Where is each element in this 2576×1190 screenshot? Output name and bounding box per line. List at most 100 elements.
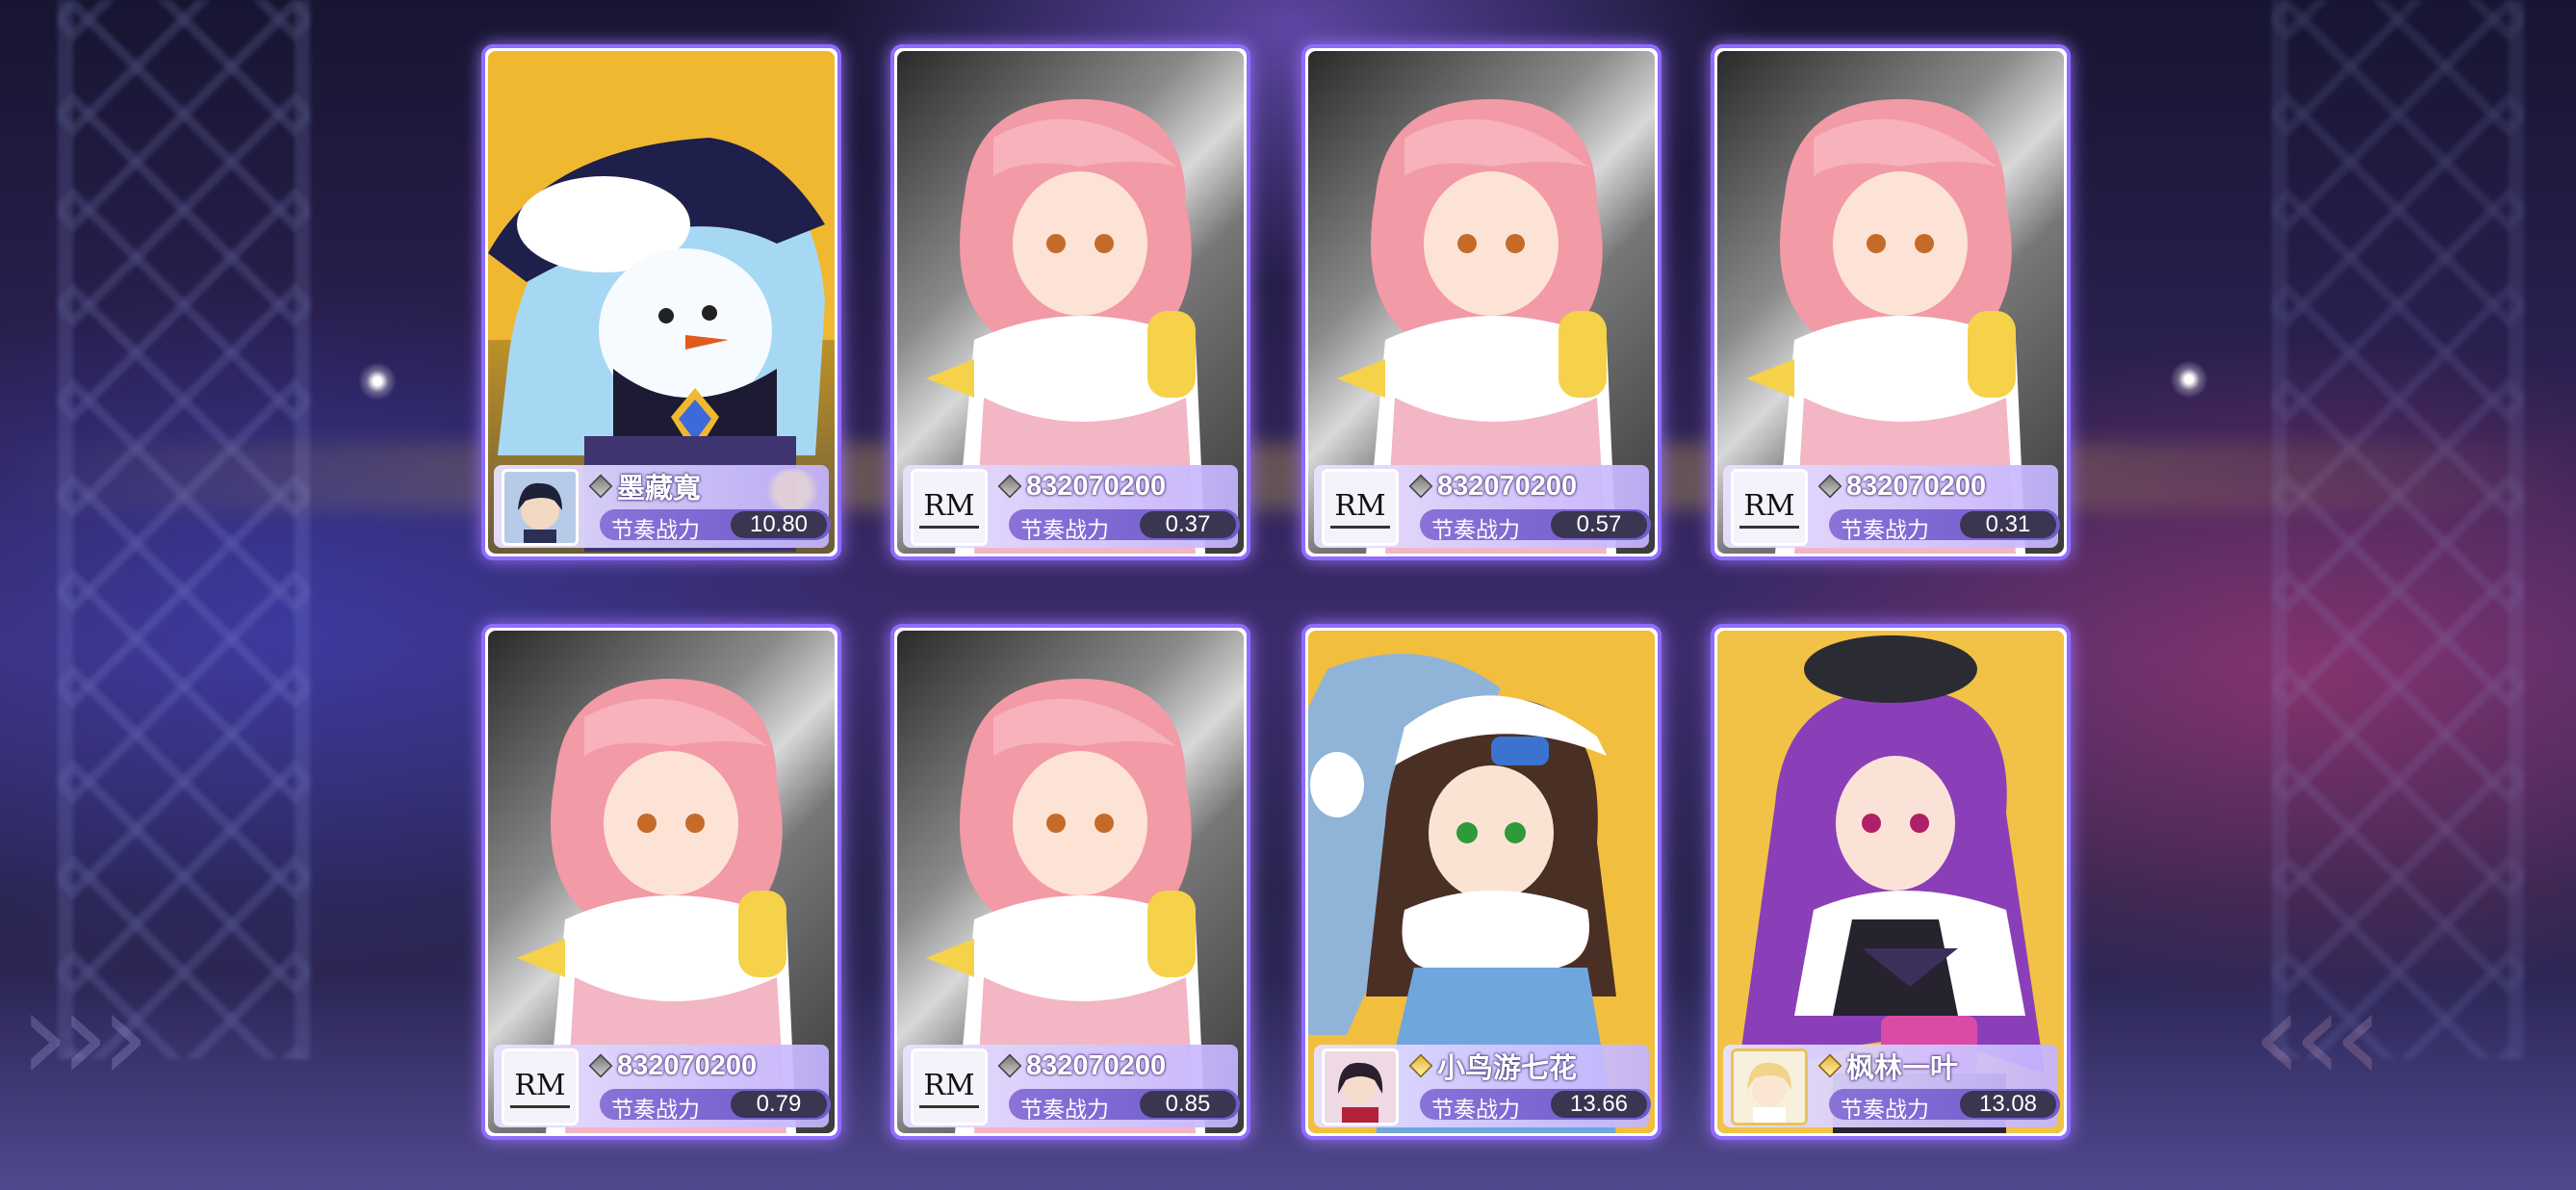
player-card[interactable]: RM 832070200 节奏战力 0.31 bbox=[1711, 44, 2071, 560]
stage-truss-left bbox=[58, 0, 310, 1059]
power-value: 0.37 bbox=[1140, 511, 1236, 538]
avatar[interactable]: RM bbox=[911, 469, 988, 546]
power-value: 0.85 bbox=[1140, 1091, 1236, 1118]
silver-gem-icon bbox=[1408, 474, 1433, 499]
card-inner: RM 832070200 节奏战力 0.31 bbox=[1717, 51, 2064, 554]
player-name-row: 枫林一叶 bbox=[1817, 1048, 2052, 1084]
power-label: 节奏战力 bbox=[1841, 517, 1929, 542]
rm-logo-icon: RM bbox=[923, 489, 975, 523]
rm-logo-icon: RM bbox=[923, 1069, 975, 1102]
silver-gem-icon bbox=[997, 1053, 1022, 1078]
power-label: 节奏战力 bbox=[611, 1097, 700, 1122]
stage-floor bbox=[0, 978, 2576, 1190]
avatar[interactable]: RM bbox=[1322, 469, 1399, 546]
player-name: 832070200 bbox=[1026, 470, 1167, 502]
power-label: 节奏战力 bbox=[1431, 1097, 1520, 1122]
player-card[interactable]: RM 832070200 节奏战力 0.57 bbox=[1301, 44, 1662, 560]
chevron-left-decor-icon: ››› bbox=[19, 963, 150, 1109]
rhythm-power-badge: 节奏战力 0.31 bbox=[1829, 509, 2060, 542]
power-label: 节奏战力 bbox=[611, 517, 700, 542]
rhythm-power-badge: 节奏战力 10.80 bbox=[600, 509, 831, 542]
player-name: 小鸟游七花 bbox=[1437, 1053, 1578, 1084]
rm-logo-underline bbox=[919, 1105, 979, 1108]
player-name: 832070200 bbox=[1026, 1049, 1167, 1081]
rhythm-power-badge: 节奏战力 0.37 bbox=[1009, 509, 1240, 542]
power-value: 13.08 bbox=[1960, 1091, 2056, 1118]
player-name-row: 832070200 bbox=[997, 1048, 1232, 1083]
red-dark-hair-girl-avatar-icon bbox=[1325, 1051, 1396, 1123]
power-value: 10.80 bbox=[731, 511, 827, 538]
player-info-bar: 墨藏寬 节奏战力 10.80 bbox=[494, 465, 831, 548]
card-inner: 墨藏寬 节奏战力 10.80 bbox=[488, 51, 835, 554]
rm-logo-icon: RM bbox=[514, 1069, 566, 1102]
gold-gem-icon bbox=[1817, 1053, 1842, 1078]
power-label: 节奏战力 bbox=[1841, 1097, 1929, 1122]
player-info-bar: 枫林一叶 节奏战力 13.08 bbox=[1723, 1045, 2060, 1127]
card-inner: RM 832070200 节奏战力 0.79 bbox=[488, 631, 835, 1133]
rhythm-power-badge: 节奏战力 13.08 bbox=[1829, 1089, 2060, 1122]
avatar[interactable]: RM bbox=[502, 1048, 579, 1125]
avatar[interactable]: RM bbox=[911, 1048, 988, 1125]
power-value: 0.79 bbox=[731, 1091, 827, 1118]
silver-gem-icon bbox=[1817, 474, 1842, 499]
player-info-bar: RM 832070200 节奏战力 0.79 bbox=[494, 1045, 831, 1127]
player-name-row: 832070200 bbox=[997, 469, 1232, 504]
player-name-row: 832070200 bbox=[1408, 469, 1643, 504]
rm-logo-icon: RM bbox=[1743, 489, 1795, 523]
power-label: 节奏战力 bbox=[1020, 517, 1109, 542]
player-card[interactable]: 小鸟游七花 节奏战力 13.66 bbox=[1301, 624, 1662, 1140]
power-label: 节奏战力 bbox=[1020, 1097, 1109, 1122]
player-info-bar: RM 832070200 节奏战力 0.57 bbox=[1314, 465, 1651, 548]
player-info-bar: 小鸟游七花 节奏战力 13.66 bbox=[1314, 1045, 1651, 1127]
spark-light-icon bbox=[358, 362, 397, 401]
player-name-row: 832070200 bbox=[588, 1048, 823, 1083]
avatar[interactable] bbox=[1731, 1048, 1808, 1125]
silver-gem-icon bbox=[588, 474, 613, 499]
card-inner: RM 832070200 节奏战力 0.37 bbox=[897, 51, 1244, 554]
player-info-bar: RM 832070200 节奏战力 0.31 bbox=[1723, 465, 2060, 548]
gold-gem-icon bbox=[1408, 1053, 1433, 1078]
player-name-row: 832070200 bbox=[1817, 469, 2052, 504]
player-card[interactable]: RM 832070200 节奏战力 0.85 bbox=[890, 624, 1250, 1140]
rm-logo-icon: RM bbox=[1334, 489, 1386, 523]
player-card[interactable]: RM 832070200 节奏战力 0.79 bbox=[481, 624, 841, 1140]
stage-truss-right bbox=[2272, 0, 2524, 1059]
power-label: 节奏战力 bbox=[1431, 517, 1520, 542]
rm-logo-underline bbox=[919, 526, 979, 529]
dark-hair-boy-avatar-icon bbox=[504, 472, 576, 543]
stage-light-beam bbox=[0, 443, 2576, 510]
player-info-bar: RM 832070200 节奏战力 0.37 bbox=[903, 465, 1240, 548]
player-card[interactable]: RM 832070200 节奏战力 0.37 bbox=[890, 44, 1250, 560]
spark-light-icon bbox=[2170, 360, 2208, 399]
power-value: 13.66 bbox=[1551, 1091, 1647, 1118]
silver-gem-icon bbox=[997, 474, 1022, 499]
card-inner: 枫林一叶 节奏战力 13.08 bbox=[1717, 631, 2064, 1133]
rhythm-power-badge: 节奏战力 0.79 bbox=[600, 1089, 831, 1122]
player-name: 墨藏寬 bbox=[617, 474, 702, 504]
rhythm-power-badge: 节奏战力 13.66 bbox=[1420, 1089, 1651, 1122]
player-card[interactable]: 墨藏寬 节奏战力 10.80 bbox=[481, 44, 841, 560]
avatar[interactable] bbox=[502, 469, 579, 546]
power-value: 0.57 bbox=[1551, 511, 1647, 538]
player-card[interactable]: 枫林一叶 节奏战力 13.08 bbox=[1711, 624, 2071, 1140]
rhythm-power-badge: 节奏战力 0.85 bbox=[1009, 1089, 1240, 1122]
card-inner: RM 832070200 节奏战力 0.85 bbox=[897, 631, 1244, 1133]
player-name: 832070200 bbox=[1846, 470, 1987, 502]
player-name: 832070200 bbox=[617, 1049, 758, 1081]
silver-gem-icon bbox=[588, 1053, 613, 1078]
card-inner: RM 832070200 节奏战力 0.57 bbox=[1308, 51, 1655, 554]
rm-logo-underline bbox=[1739, 526, 1799, 529]
player-name: 枫林一叶 bbox=[1846, 1053, 1959, 1084]
chevron-right-decor-icon: ‹‹‹ bbox=[2253, 963, 2383, 1109]
rm-logo-underline bbox=[510, 1105, 570, 1108]
player-name-row: 小鸟游七花 bbox=[1408, 1048, 1643, 1084]
avatar[interactable]: RM bbox=[1731, 469, 1808, 546]
player-name: 832070200 bbox=[1437, 470, 1578, 502]
rhythm-power-badge: 节奏战力 0.57 bbox=[1420, 509, 1651, 542]
rm-logo-underline bbox=[1330, 526, 1390, 529]
blonde-boy-avatar-icon bbox=[1734, 1051, 1805, 1123]
card-inner: 小鸟游七花 节奏战力 13.66 bbox=[1308, 631, 1655, 1133]
power-value: 0.31 bbox=[1960, 511, 2056, 538]
player-info-bar: RM 832070200 节奏战力 0.85 bbox=[903, 1045, 1240, 1127]
avatar[interactable] bbox=[1322, 1048, 1399, 1125]
